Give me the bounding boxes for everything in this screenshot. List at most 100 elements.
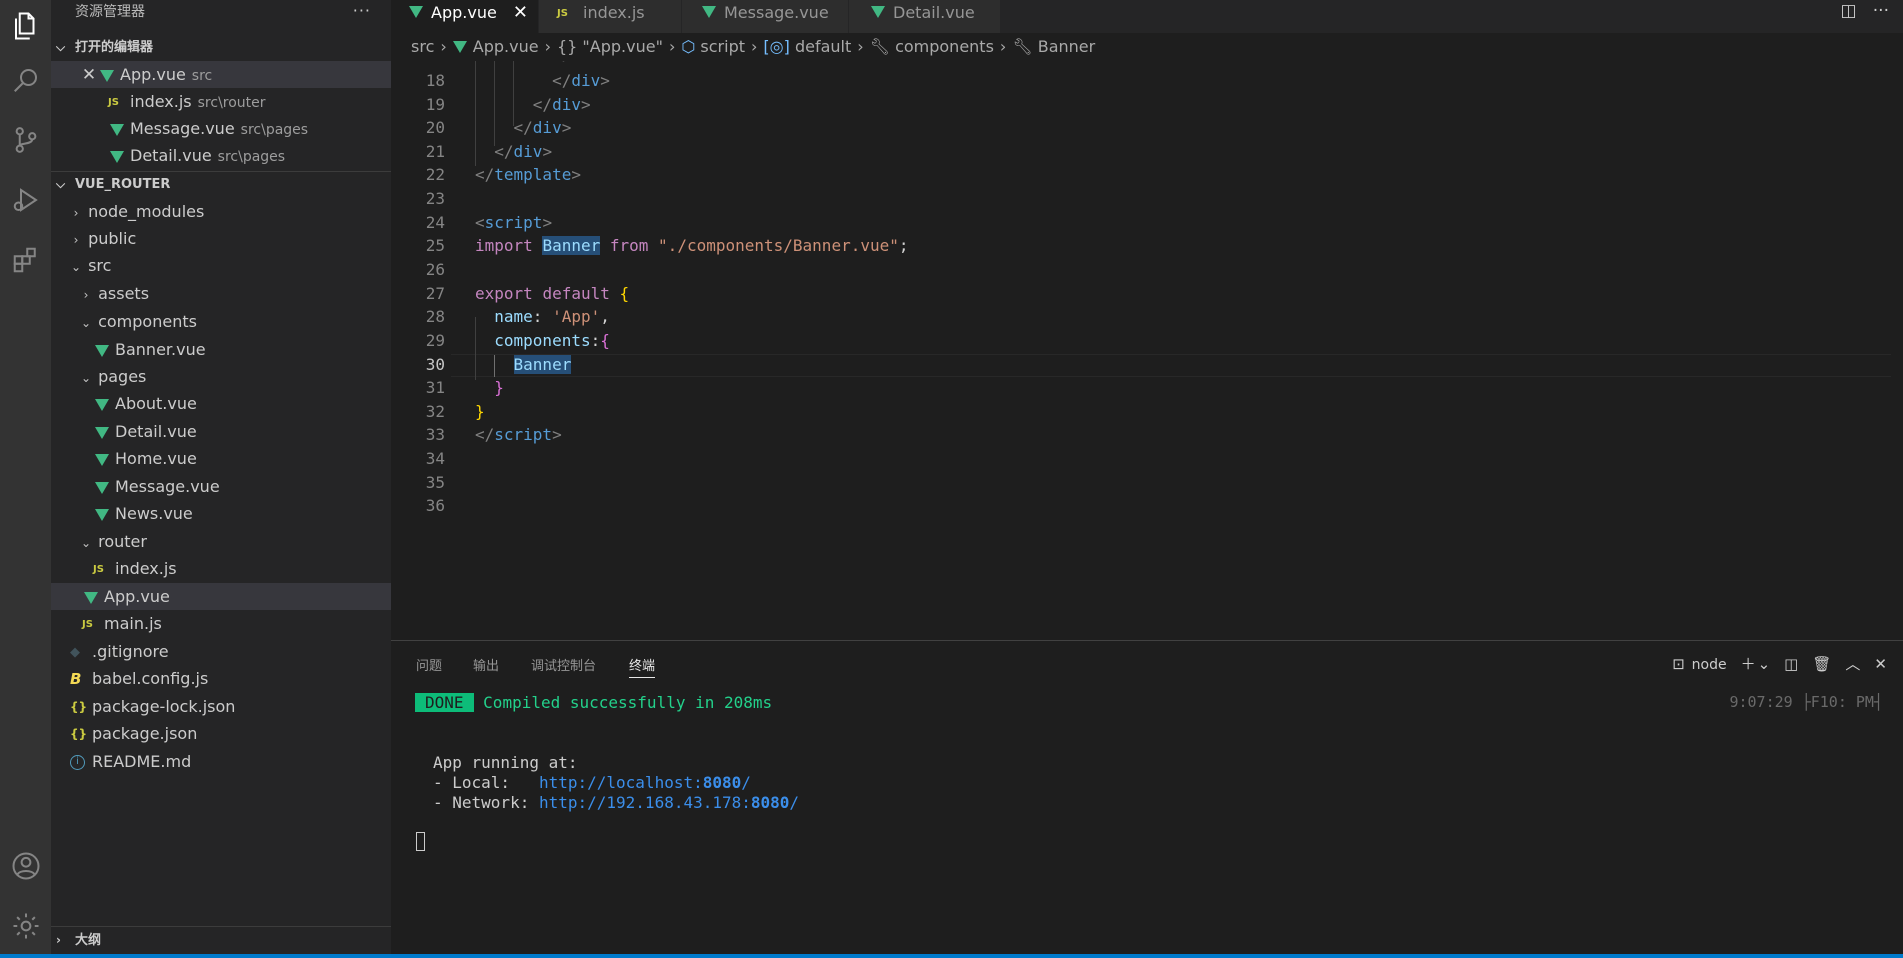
tree-file-main-js[interactable]: JS main.js bbox=[51, 610, 391, 637]
breadcrumb-item[interactable]: {} "App.vue" bbox=[557, 37, 663, 56]
tree-file-message-vue[interactable]: Message.vue bbox=[51, 473, 391, 500]
outline-header[interactable]: › 大纲 bbox=[51, 927, 391, 954]
babel-file-icon: B bbox=[70, 670, 82, 688]
info-icon: i bbox=[70, 755, 85, 770]
breadcrumb-item[interactable]: src bbox=[411, 37, 434, 56]
close-icon[interactable]: ✕ bbox=[78, 62, 100, 89]
vue-file-icon bbox=[100, 69, 114, 82]
tree-file-banner-vue[interactable]: Banner.vue bbox=[51, 336, 391, 363]
code-line: </div> bbox=[532, 95, 591, 114]
chevron-down-icon[interactable]: ⌄ bbox=[1758, 655, 1771, 673]
breadcrumb-item[interactable]: Banner bbox=[1038, 37, 1095, 56]
tab-label: Message.vue bbox=[724, 3, 829, 22]
tab-problems[interactable]: 问题 bbox=[416, 655, 442, 674]
line-number: 32 bbox=[425, 402, 445, 421]
tree-file-about-vue[interactable]: About.vue bbox=[51, 390, 391, 417]
vue-file-icon bbox=[110, 123, 124, 136]
tree-folder-public[interactable]: › public bbox=[51, 225, 391, 252]
close-panel-icon[interactable]: ✕ bbox=[1874, 655, 1887, 673]
tree-folder-node-modules[interactable]: › node_modules bbox=[51, 198, 391, 225]
chevron-right-icon: › bbox=[56, 933, 61, 947]
code-line: export default { bbox=[475, 284, 630, 303]
tree-folder-router[interactable]: ⌄ router bbox=[51, 528, 391, 555]
tree-label: Detail.vue bbox=[115, 422, 197, 441]
tree-label: Message.vue bbox=[115, 477, 220, 496]
open-editor-app-vue[interactable]: ✕ App.vue src bbox=[51, 61, 391, 88]
tree-file-detail-vue[interactable]: Detail.vue bbox=[51, 418, 391, 445]
local-label: - Local: bbox=[433, 773, 539, 792]
json-file-icon: {} bbox=[70, 727, 88, 741]
chevron-right-icon: › bbox=[544, 37, 551, 56]
tab-detail-vue[interactable]: Detail.vue bbox=[849, 0, 1001, 33]
breadcrumb-item[interactable]: components bbox=[895, 37, 994, 56]
git-file-icon: ◆ bbox=[70, 645, 80, 660]
tab-message-vue[interactable]: Message.vue bbox=[682, 0, 849, 33]
breadcrumb-item[interactable]: App.vue bbox=[473, 37, 539, 56]
more-actions-icon[interactable]: ··· bbox=[1873, 1, 1889, 21]
tab-app-vue[interactable]: App.vue ✕ bbox=[391, 0, 539, 33]
tree-folder-components[interactable]: ⌄ components bbox=[51, 308, 391, 335]
breadcrumb-item[interactable]: script bbox=[700, 37, 745, 56]
source-control-icon[interactable] bbox=[0, 114, 51, 165]
symbol-variable-icon: [◎] bbox=[763, 37, 790, 56]
vue-file-icon bbox=[110, 150, 124, 163]
tree-label: Home.vue bbox=[115, 449, 197, 468]
tree-label: assets bbox=[98, 284, 150, 303]
local-url-host: http://localhost: bbox=[538, 773, 703, 792]
current-line-highlight bbox=[451, 354, 1891, 377]
tree-file-readme[interactable]: i README.md bbox=[51, 748, 391, 775]
json-file-icon: {} bbox=[70, 700, 88, 714]
new-terminal-icon[interactable]: ＋ bbox=[1741, 655, 1756, 673]
open-editors-header[interactable]: ⌵ 打开的编辑器 bbox=[51, 34, 391, 61]
tree-file-package-json[interactable]: {} package.json bbox=[51, 720, 391, 747]
maximize-panel-icon[interactable]: ︿ bbox=[1845, 655, 1860, 673]
close-icon[interactable]: ✕ bbox=[513, 0, 528, 26]
tab-output[interactable]: 输出 bbox=[473, 655, 499, 674]
split-editor-icon[interactable]: ◫ bbox=[1841, 1, 1857, 21]
project-header[interactable]: ⌵ VUE_ROUTER bbox=[51, 171, 391, 198]
tree-file-babel-config[interactable]: Bbabel.config.js bbox=[51, 665, 391, 692]
tree-label: pages bbox=[98, 367, 147, 386]
tree-file-home-vue[interactable]: Home.vue bbox=[51, 445, 391, 472]
split-terminal-icon[interactable]: ◫ bbox=[1784, 655, 1798, 673]
local-url-tail: / bbox=[741, 773, 751, 792]
tree-label: News.vue bbox=[115, 504, 193, 523]
tree-folder-pages[interactable]: ⌄ pages bbox=[51, 363, 391, 390]
terminal-cursor[interactable] bbox=[416, 832, 425, 851]
line-number: 30 bbox=[425, 355, 445, 374]
account-icon[interactable] bbox=[0, 840, 51, 891]
open-editor-detail-vue[interactable]: Detail.vue src\pages bbox=[51, 142, 391, 169]
terminal-selector[interactable]: node bbox=[1692, 657, 1727, 673]
tab-terminal[interactable]: 终端 bbox=[629, 655, 656, 678]
settings-gear-icon[interactable] bbox=[0, 900, 51, 951]
tree-folder-assets[interactable]: › assets bbox=[51, 280, 391, 307]
trash-icon[interactable]: 🗑︎ bbox=[1812, 655, 1831, 673]
tab-debug-console[interactable]: 调试控制台 bbox=[531, 655, 596, 674]
network-url-link[interactable]: http://192.168.43.178:8080/ bbox=[539, 793, 799, 812]
tree-label: .gitignore bbox=[92, 642, 169, 661]
tree-file-index-js[interactable]: JS index.js bbox=[51, 555, 391, 582]
more-actions-icon[interactable]: ··· bbox=[353, 0, 371, 22]
tree-folder-src[interactable]: ⌄ src bbox=[51, 252, 391, 279]
breadcrumb-item[interactable]: default bbox=[795, 37, 851, 56]
bottom-panel: 问题 输出 调试控制台 终端 ⊡ node ＋ ⌄ ◫ 🗑︎ ︿ ✕ DONE Compil… bbox=[391, 640, 1903, 954]
search-icon[interactable] bbox=[0, 54, 51, 105]
tab-index-js[interactable]: JS index.js bbox=[539, 0, 682, 33]
tree-label: About.vue bbox=[115, 394, 197, 413]
code-line: components:{ bbox=[494, 331, 610, 350]
tree-file-gitignore[interactable]: ◆ .gitignore bbox=[51, 638, 391, 665]
extensions-icon[interactable] bbox=[0, 234, 51, 285]
code-line: </div> bbox=[475, 61, 610, 64]
tree-file-app-vue[interactable]: App.vue bbox=[51, 583, 391, 610]
explorer-icon[interactable] bbox=[0, 0, 51, 51]
chevron-right-icon: › bbox=[73, 233, 79, 247]
run-debug-icon[interactable] bbox=[0, 174, 51, 225]
code-editor[interactable]: </div> 18 </div> 19 </div> 20 </div> 21 … bbox=[391, 61, 1903, 640]
local-url-link[interactable]: http://localhost:8080/ bbox=[539, 773, 751, 792]
file-path: src\pages bbox=[217, 149, 286, 165]
open-editor-message-vue[interactable]: Message.vue src\pages bbox=[51, 115, 391, 142]
chevron-right-icon: › bbox=[857, 37, 864, 56]
tree-file-news-vue[interactable]: News.vue bbox=[51, 500, 391, 527]
open-editor-index-js[interactable]: JS index.js src\router bbox=[51, 88, 391, 115]
tree-file-package-lock[interactable]: {} package-lock.json bbox=[51, 693, 391, 720]
